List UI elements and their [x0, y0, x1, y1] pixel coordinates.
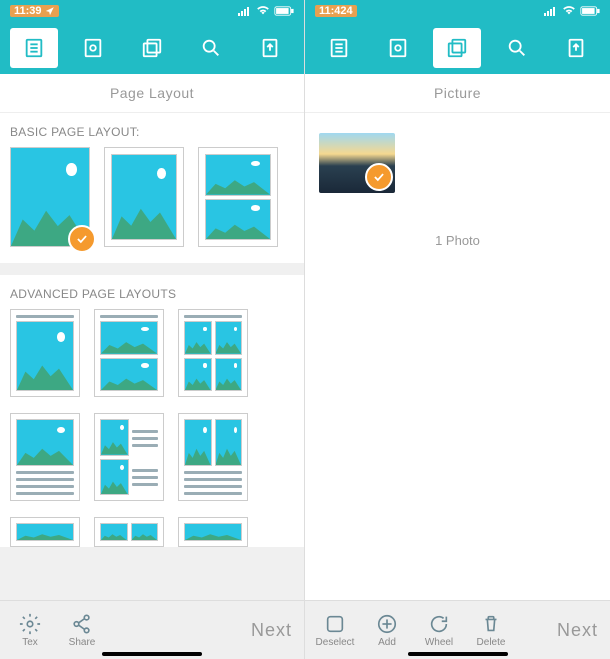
text-button[interactable]: Tex — [4, 613, 56, 648]
layout-single[interactable] — [10, 147, 90, 247]
layout-adv-4[interactable] — [10, 413, 80, 501]
photo-thumbnail[interactable] — [319, 133, 395, 193]
layout-adv-2[interactable] — [94, 309, 164, 397]
phone-left: 11:39 Page Layout BASIC PAGE LAYOUT: — [0, 0, 305, 659]
layout-adv-9[interactable] — [178, 517, 248, 547]
layout-adv-1[interactable] — [10, 309, 80, 397]
layout-adv-5[interactable] — [94, 413, 164, 501]
content-area: BASIC PAGE LAYOUT: ADVANCED PAGE LAYOUTS — [0, 113, 304, 600]
tab-layout[interactable] — [10, 28, 58, 68]
wheel-label: Wheel — [425, 637, 453, 648]
page-title: Page Layout — [0, 74, 304, 113]
add-label: Add — [378, 637, 396, 648]
deselect-label: Deselect — [316, 637, 355, 648]
tab-search[interactable] — [493, 28, 541, 68]
tab-layout[interactable] — [315, 28, 363, 68]
share-button[interactable]: Share — [56, 613, 108, 648]
tab-export[interactable] — [552, 28, 600, 68]
layout-adv-7[interactable] — [10, 517, 80, 547]
tab-pictures[interactable] — [128, 28, 176, 68]
time-text: 11:424 — [319, 5, 353, 17]
content-area: 1 Photo — [305, 113, 610, 600]
wheel-button[interactable]: Wheel — [413, 613, 465, 648]
page-title: Picture — [305, 74, 610, 113]
top-tabs — [0, 22, 304, 74]
tab-settings[interactable] — [374, 28, 422, 68]
status-time: 11:39 — [10, 5, 59, 17]
status-bar: 11:39 — [0, 0, 304, 22]
delete-label: Delete — [477, 637, 506, 648]
layout-bordered[interactable] — [104, 147, 184, 247]
basic-header: BASIC PAGE LAYOUT: — [0, 113, 304, 147]
tab-search[interactable] — [187, 28, 235, 68]
layout-adv-8[interactable] — [94, 517, 164, 547]
advanced-header: ADVANCED PAGE LAYOUTS — [0, 275, 304, 309]
tab-pictures[interactable] — [433, 28, 481, 68]
status-bar: 11:424 — [305, 0, 610, 22]
delete-button[interactable]: Delete — [465, 613, 517, 648]
phone-right: 11:424 Picture 1 Photo Deselect Add — [305, 0, 610, 659]
bottom-bar: Deselect Add Wheel Delete Next — [305, 600, 610, 659]
deselect-button[interactable]: Deselect — [309, 613, 361, 648]
status-icons — [238, 6, 294, 16]
photo-count: 1 Photo — [319, 233, 596, 248]
bottom-bar: Tex Share Next — [0, 600, 304, 659]
next-button[interactable]: Next — [251, 620, 300, 641]
home-indicator — [408, 652, 508, 656]
status-time: 11:424 — [315, 5, 357, 17]
add-button[interactable]: Add — [361, 613, 413, 648]
time-text: 11:39 — [14, 5, 42, 17]
home-indicator — [102, 652, 202, 656]
selected-icon — [68, 225, 96, 253]
status-icons — [544, 6, 600, 16]
top-tabs — [305, 22, 610, 74]
layout-adv-3[interactable] — [178, 309, 248, 397]
tab-settings[interactable] — [69, 28, 117, 68]
selected-icon — [365, 163, 393, 191]
share-label: Share — [69, 637, 96, 648]
advanced-section: ADVANCED PAGE LAYOUTS — [0, 275, 304, 547]
text-label: Tex — [22, 637, 38, 648]
basic-section: BASIC PAGE LAYOUT: — [0, 113, 304, 263]
next-button[interactable]: Next — [557, 620, 606, 641]
layout-adv-6[interactable] — [178, 413, 248, 501]
tab-export[interactable] — [246, 28, 294, 68]
layout-split[interactable] — [198, 147, 278, 247]
photo-grid: 1 Photo — [305, 113, 610, 268]
